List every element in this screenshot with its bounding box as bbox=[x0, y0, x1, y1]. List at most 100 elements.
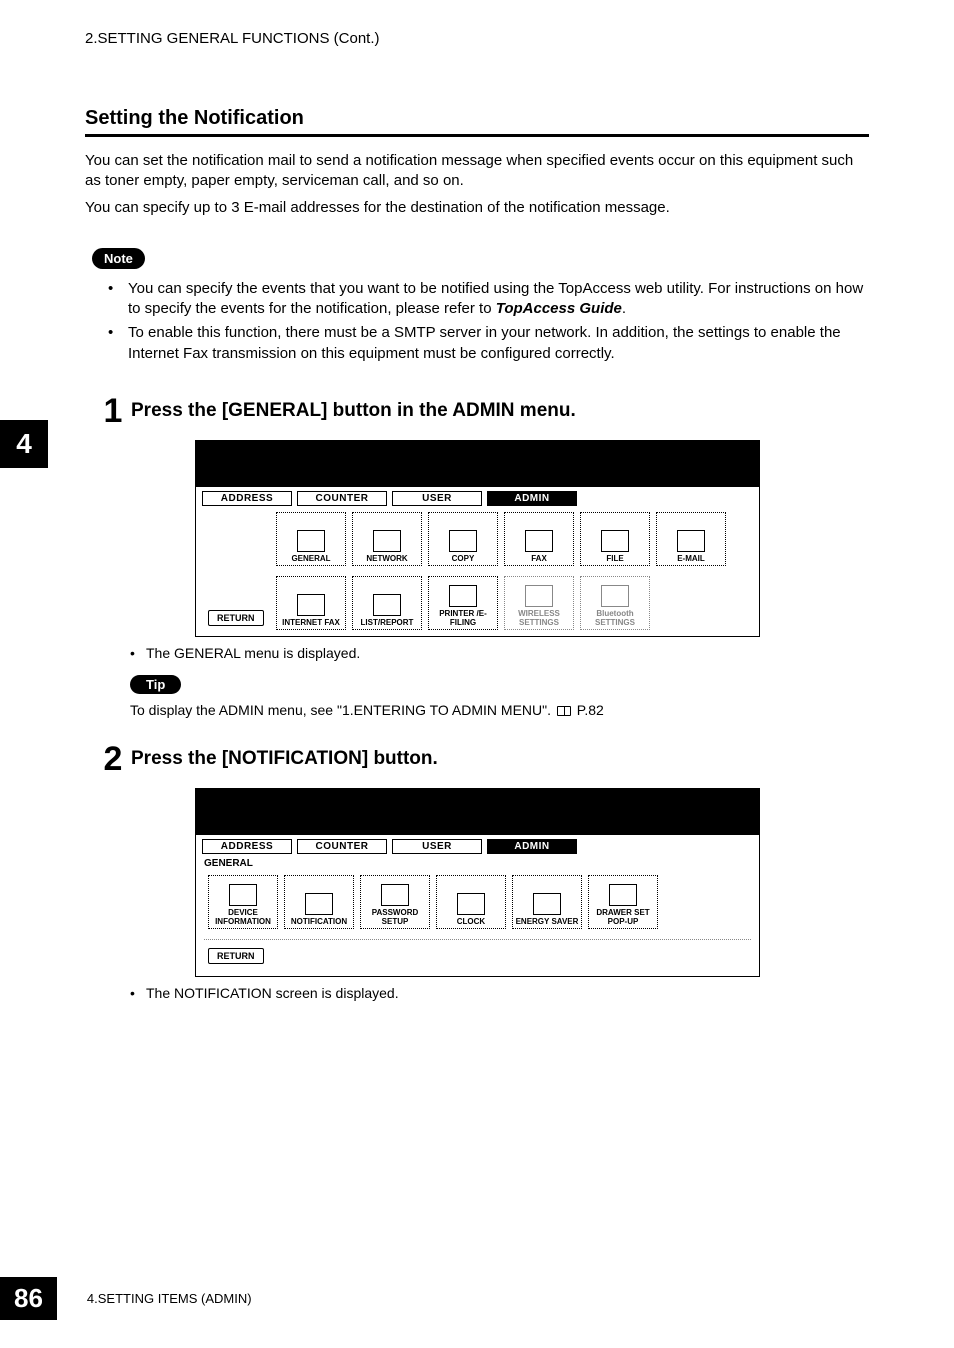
internet-fax-label: INTERNET FAX bbox=[282, 618, 340, 627]
general-icon bbox=[297, 530, 325, 552]
password-label: PASSWORD SETUP bbox=[361, 908, 429, 926]
network-label: NETWORK bbox=[366, 554, 407, 563]
file-button[interactable]: FILE bbox=[580, 512, 650, 566]
tab-counter[interactable]: COUNTER bbox=[297, 491, 387, 506]
screen1-tabs: ADDRESS COUNTER USER ADMIN bbox=[196, 487, 759, 508]
device-info-label: DEVICE INFORMATION bbox=[209, 908, 277, 926]
list-report-label: LIST/REPORT bbox=[361, 618, 414, 627]
printer-icon bbox=[449, 585, 477, 607]
clock-label: CLOCK bbox=[457, 917, 485, 926]
note-item-1: You can specify the events that you want… bbox=[100, 279, 869, 320]
note-list: You can specify the events that you want… bbox=[100, 279, 869, 364]
tip-text: To display the ADMIN menu, see "1.ENTERI… bbox=[130, 702, 869, 718]
tab-user[interactable]: USER bbox=[392, 491, 482, 506]
bluetooth-label: Bluetooth SETTINGS bbox=[581, 609, 649, 627]
screen2-breadcrumb: GENERAL bbox=[196, 856, 759, 871]
intro-paragraph-1: You can set the notification mail to sen… bbox=[85, 151, 869, 192]
step-2: 2 Press the [NOTIFICATION] button. bbox=[95, 742, 869, 776]
notification-label: NOTIFICATION bbox=[291, 917, 347, 926]
fax-button[interactable]: FAX bbox=[504, 512, 574, 566]
step-1: 1 Press the [GENERAL] button in the ADMI… bbox=[95, 394, 869, 428]
copy-label: COPY bbox=[452, 554, 475, 563]
file-label: FILE bbox=[606, 554, 623, 563]
drawer-set-popup-button[interactable]: DRAWER SET POP-UP bbox=[588, 875, 658, 929]
device-info-icon bbox=[229, 884, 257, 906]
screen2-tabs: ADDRESS COUNTER USER ADMIN bbox=[196, 835, 759, 856]
tip-text-ref: P.82 bbox=[573, 702, 604, 718]
bluetooth-icon bbox=[601, 585, 629, 607]
screen2-row1: DEVICE INFORMATION NOTIFICATION PASSWORD… bbox=[196, 871, 759, 935]
note-item-2: To enable this function, there must be a… bbox=[100, 323, 869, 364]
drawer-icon bbox=[609, 884, 637, 906]
wireless-settings-button[interactable]: WIRELESS SETTINGS bbox=[504, 576, 574, 630]
network-icon bbox=[373, 530, 401, 552]
printer-efiling-label: PRINTER /E-FILING bbox=[429, 609, 497, 627]
internet-fax-icon bbox=[297, 594, 325, 616]
step-1-number: 1 bbox=[95, 394, 131, 428]
tab2-counter[interactable]: COUNTER bbox=[297, 839, 387, 854]
tip-badge: Tip bbox=[130, 675, 181, 694]
return-button-1[interactable]: RETURN bbox=[208, 610, 264, 626]
tab-address[interactable]: ADDRESS bbox=[202, 491, 292, 506]
device-information-button[interactable]: DEVICE INFORMATION bbox=[208, 875, 278, 929]
step-1-title: Press the [GENERAL] button in the ADMIN … bbox=[131, 394, 576, 422]
wireless-label: WIRELESS SETTINGS bbox=[505, 609, 573, 627]
screen1-row2: INTERNET FAX LIST/REPORT PRINTER /E-FILI… bbox=[276, 572, 759, 636]
step-1-result: The GENERAL menu is displayed. bbox=[130, 645, 869, 661]
general-menu-screenshot: ADDRESS COUNTER USER ADMIN GENERAL DEVIC… bbox=[195, 788, 760, 977]
tab2-user[interactable]: USER bbox=[392, 839, 482, 854]
network-button[interactable]: NETWORK bbox=[352, 512, 422, 566]
wireless-icon bbox=[525, 585, 553, 607]
general-label: GENERAL bbox=[291, 554, 330, 563]
screen2-titlebar bbox=[196, 789, 759, 835]
step-2-result: The NOTIFICATION screen is displayed. bbox=[130, 985, 869, 1001]
return-button-2[interactable]: RETURN bbox=[208, 948, 264, 964]
energy-saver-button[interactable]: ENERGY SAVER bbox=[512, 875, 582, 929]
energy-saver-label: ENERGY SAVER bbox=[516, 917, 579, 926]
notification-button[interactable]: NOTIFICATION bbox=[284, 875, 354, 929]
title-rule bbox=[85, 134, 869, 137]
fax-icon bbox=[525, 530, 553, 552]
email-icon bbox=[677, 530, 705, 552]
clock-icon bbox=[457, 893, 485, 915]
drawer-label: DRAWER SET POP-UP bbox=[589, 908, 657, 926]
page-footer: 86 4.SETTING ITEMS (ADMIN) bbox=[0, 1277, 252, 1320]
divider bbox=[204, 939, 751, 940]
internet-fax-button[interactable]: INTERNET FAX bbox=[276, 576, 346, 630]
tip-text-pre: To display the ADMIN menu, see "1.ENTERI… bbox=[130, 702, 555, 718]
general-button[interactable]: GENERAL bbox=[276, 512, 346, 566]
bluetooth-settings-button[interactable]: Bluetooth SETTINGS bbox=[580, 576, 650, 630]
running-header: 2.SETTING GENERAL FUNCTIONS (Cont.) bbox=[85, 30, 869, 47]
printer-efiling-button[interactable]: PRINTER /E-FILING bbox=[428, 576, 498, 630]
step-2-title: Press the [NOTIFICATION] button. bbox=[131, 742, 438, 770]
page-number: 86 bbox=[0, 1277, 57, 1320]
tab-admin[interactable]: ADMIN bbox=[487, 491, 577, 506]
password-icon bbox=[381, 884, 409, 906]
section-title: Setting the Notification bbox=[85, 107, 869, 130]
fax-label: FAX bbox=[531, 554, 547, 563]
note-item-1-post: . bbox=[622, 300, 626, 317]
email-label: E-MAIL bbox=[677, 554, 705, 563]
tab2-address[interactable]: ADDRESS bbox=[202, 839, 292, 854]
energy-saver-icon bbox=[533, 893, 561, 915]
copy-icon bbox=[449, 530, 477, 552]
password-setup-button[interactable]: PASSWORD SETUP bbox=[360, 875, 430, 929]
intro-paragraph-2: You can specify up to 3 E-mail addresses… bbox=[85, 198, 869, 218]
copy-button[interactable]: COPY bbox=[428, 512, 498, 566]
file-icon bbox=[601, 530, 629, 552]
chapter-side-tab: 4 bbox=[0, 420, 48, 468]
list-report-button[interactable]: LIST/REPORT bbox=[352, 576, 422, 630]
admin-menu-screenshot: ADDRESS COUNTER USER ADMIN GENERAL NETWO… bbox=[195, 440, 760, 637]
screen-titlebar bbox=[196, 441, 759, 487]
clock-button[interactable]: CLOCK bbox=[436, 875, 506, 929]
footer-text: 4.SETTING ITEMS (ADMIN) bbox=[87, 1291, 252, 1306]
step-2-number: 2 bbox=[95, 742, 131, 776]
screen1-row1: GENERAL NETWORK COPY FAX FILE E-MAIL bbox=[196, 508, 759, 572]
note-badge: Note bbox=[92, 248, 145, 269]
tab2-admin[interactable]: ADMIN bbox=[487, 839, 577, 854]
list-report-icon bbox=[373, 594, 401, 616]
book-icon bbox=[557, 706, 571, 716]
notification-icon bbox=[305, 893, 333, 915]
email-button[interactable]: E-MAIL bbox=[656, 512, 726, 566]
note-item-1-em: TopAccess Guide bbox=[496, 300, 622, 317]
